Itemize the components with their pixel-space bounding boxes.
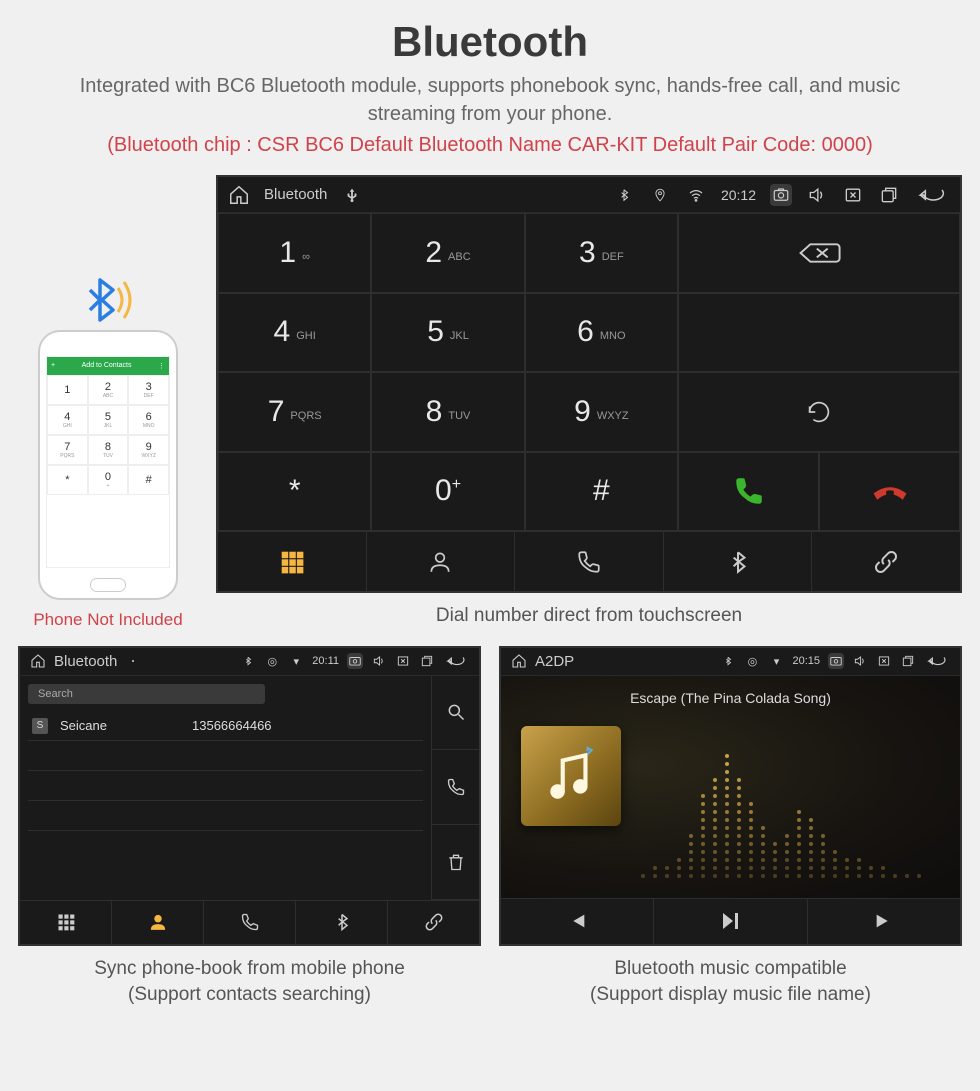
music-screen: A2DP ◎ ▾ 20:15 Escape (The Pina Colada S… <box>499 646 962 946</box>
clock-text: 20:12 <box>721 187 756 203</box>
back-icon[interactable] <box>924 653 950 669</box>
contacts-screen: Bluetooth ◎ ▾ 20:11 Search SSeicane13566… <box>18 646 481 946</box>
back-icon[interactable] <box>443 653 469 669</box>
key-7[interactable]: 7PQRS <box>218 372 371 452</box>
recent-apps-icon[interactable] <box>419 653 435 669</box>
screen-title: A2DP <box>535 653 574 670</box>
empty-cell <box>678 293 960 373</box>
delete-icon[interactable] <box>432 825 479 900</box>
search-icon[interactable] <box>432 676 479 751</box>
screen-title: Bluetooth <box>264 186 327 203</box>
call-button[interactable] <box>678 452 819 532</box>
back-icon[interactable] <box>914 184 950 206</box>
dial-keypad: 1∞2ABC3DEF 4GHI5JKL6MNO 7PQRS8TUV9WXYZ *0+# <box>218 213 678 531</box>
clock-text: 20:11 <box>312 655 339 667</box>
bottom-tabs <box>218 531 960 591</box>
status-bar: Bluetooth 20:12 <box>218 177 960 213</box>
key-1[interactable]: 1∞ <box>218 213 371 293</box>
smartphone-outline: +Add to Contacts⋮ 12ABC3DEF4GHI5JKL6MNO7… <box>38 330 178 600</box>
key-0[interactable]: 0+ <box>371 452 524 532</box>
bluetooth-icon <box>720 653 736 669</box>
dialer-screen: Bluetooth 20:12 1∞2ABC3DEF 4GHI5JKL6MNO 7P… <box>216 175 962 593</box>
next-button[interactable] <box>808 899 960 944</box>
tab-keypad[interactable] <box>218 532 367 591</box>
close-app-icon[interactable] <box>876 653 892 669</box>
tab-contacts[interactable] <box>112 901 204 944</box>
music-caption: Bluetooth music compatible(Support displ… <box>499 956 962 1009</box>
bluetooth-icon <box>613 184 635 206</box>
key-#[interactable]: # <box>525 452 678 532</box>
tab-bluetooth[interactable] <box>296 901 388 944</box>
key-6[interactable]: 6MNO <box>525 293 678 373</box>
usb-icon <box>125 653 141 669</box>
search-input[interactable]: Search <box>28 684 265 704</box>
tab-bluetooth[interactable] <box>664 532 813 591</box>
location-icon: ◎ <box>264 653 280 669</box>
tab-keypad[interactable] <box>20 901 112 944</box>
track-title: Escape (The Pina Colada Song) <box>501 690 960 706</box>
volume-icon[interactable] <box>852 653 868 669</box>
bluetooth-signal-icon <box>78 270 138 330</box>
contacts-caption: Sync phone-book from mobile phone(Suppor… <box>18 956 481 1009</box>
contact-row[interactable]: SSeicane13566664466 <box>28 712 423 741</box>
usb-icon <box>341 184 363 206</box>
wifi-icon: ▾ <box>768 653 784 669</box>
page-subtitle: Integrated with BC6 Bluetooth module, su… <box>48 72 932 128</box>
phone-mock: +Add to Contacts⋮ 12ABC3DEF4GHI5JKL6MNO7… <box>18 280 198 630</box>
tab-contacts[interactable] <box>367 532 516 591</box>
close-app-icon[interactable] <box>395 653 411 669</box>
screenshot-icon[interactable] <box>347 653 363 669</box>
volume-icon[interactable] <box>371 653 387 669</box>
screen-title: Bluetooth <box>54 653 117 670</box>
page-title: Bluetooth <box>18 18 962 66</box>
home-icon[interactable] <box>511 653 527 669</box>
call-icon[interactable] <box>432 750 479 825</box>
bluetooth-icon <box>240 653 256 669</box>
clock-text: 20:15 <box>792 655 820 667</box>
recent-apps-icon[interactable] <box>900 653 916 669</box>
tab-pair[interactable] <box>812 532 960 591</box>
key-*[interactable]: * <box>218 452 371 532</box>
tab-call-log[interactable] <box>515 532 664 591</box>
key-9[interactable]: 9WXYZ <box>525 372 678 452</box>
wifi-icon <box>685 184 707 206</box>
backspace-button[interactable] <box>678 213 960 293</box>
location-icon <box>649 184 671 206</box>
tab-pair[interactable] <box>388 901 479 944</box>
recent-apps-icon[interactable] <box>878 184 900 206</box>
key-3[interactable]: 3DEF <box>525 213 678 293</box>
close-app-icon[interactable] <box>842 184 864 206</box>
screenshot-icon[interactable] <box>770 184 792 206</box>
page-specs: (Bluetooth chip : CSR BC6 Default Blueto… <box>18 134 962 157</box>
key-8[interactable]: 8TUV <box>371 372 524 452</box>
volume-icon[interactable] <box>806 184 828 206</box>
key-4[interactable]: 4GHI <box>218 293 371 373</box>
row-dialer: +Add to Contacts⋮ 12ABC3DEF4GHI5JKL6MNO7… <box>18 175 962 630</box>
screenshot-icon[interactable] <box>828 653 844 669</box>
tab-call-log[interactable] <box>204 901 296 944</box>
wifi-icon: ▾ <box>288 653 304 669</box>
location-icon: ◎ <box>744 653 760 669</box>
redial-button[interactable] <box>678 372 960 452</box>
play-pause-button[interactable] <box>654 899 807 944</box>
album-art <box>521 726 621 826</box>
phone-caption: Phone Not Included <box>18 610 198 630</box>
audio-visualizer <box>641 726 940 878</box>
home-icon[interactable] <box>30 653 46 669</box>
key-5[interactable]: 5JKL <box>371 293 524 373</box>
hangup-button[interactable] <box>819 452 960 532</box>
previous-button[interactable] <box>501 899 654 944</box>
home-icon[interactable] <box>228 184 250 206</box>
key-2[interactable]: 2ABC <box>371 213 524 293</box>
dialer-caption: Dial number direct from touchscreen <box>216 603 962 630</box>
